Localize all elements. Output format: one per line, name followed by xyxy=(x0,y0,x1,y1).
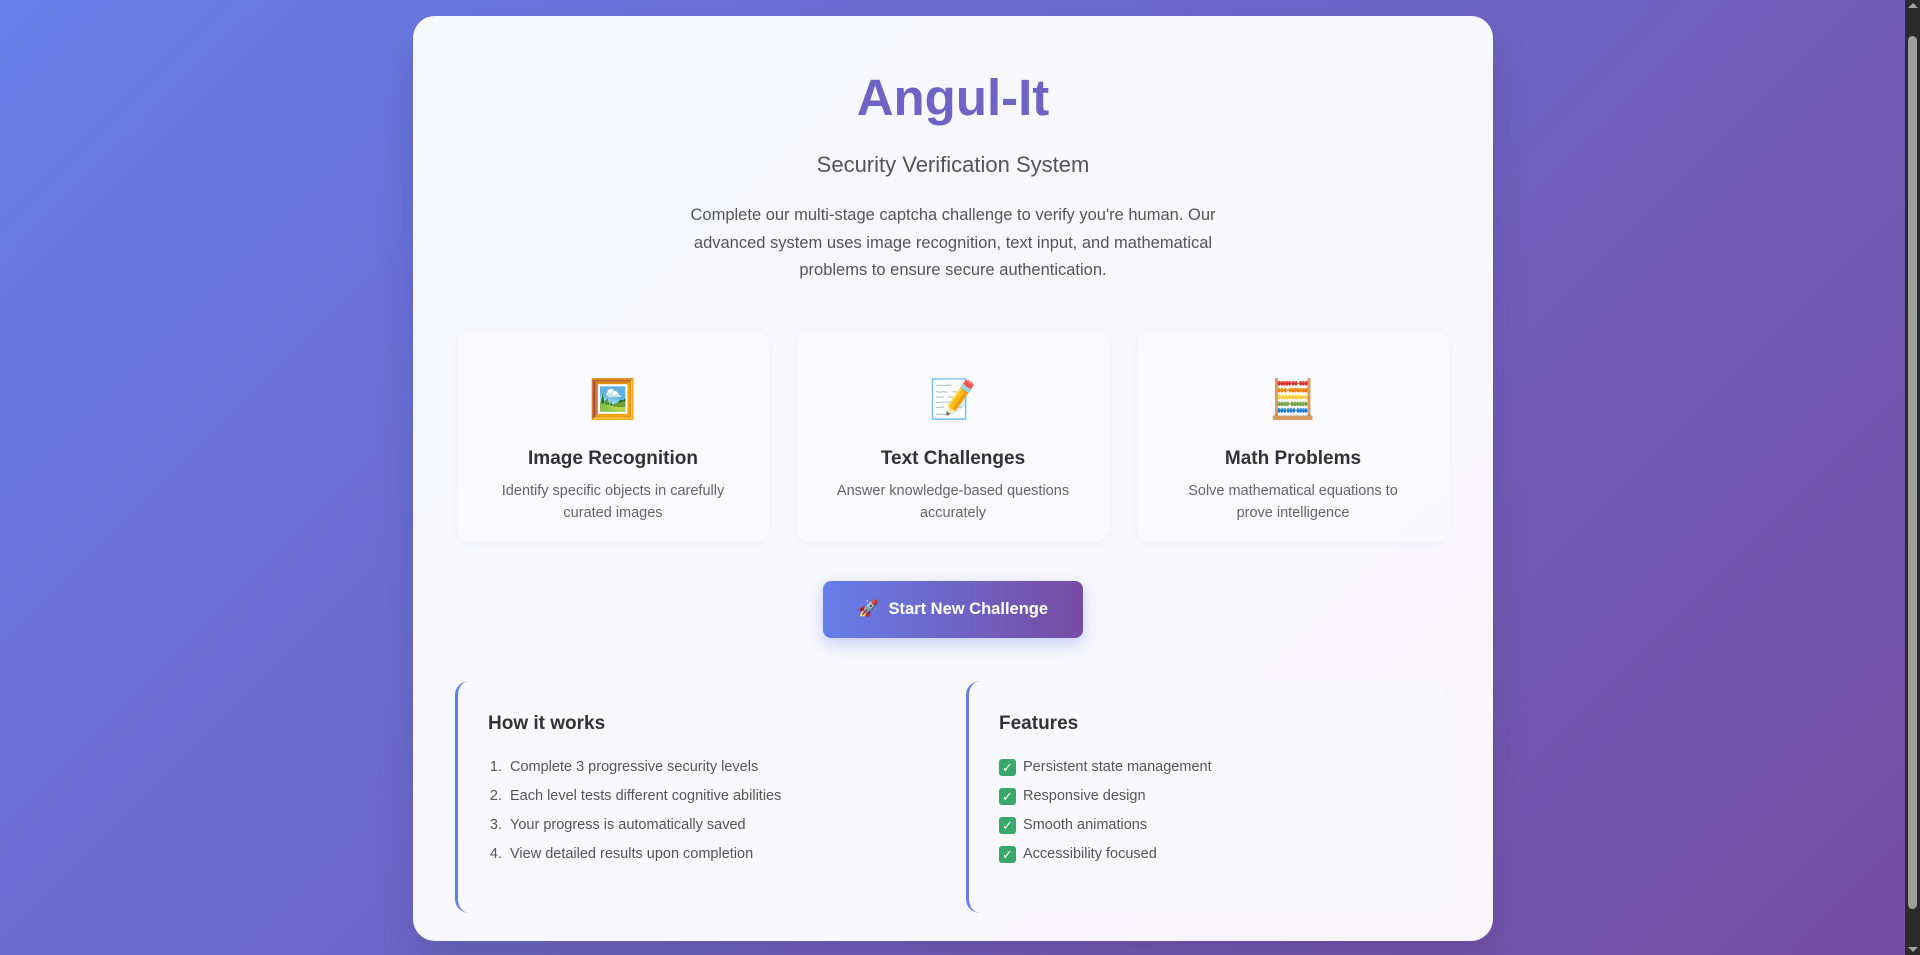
check-icon: ✓ xyxy=(999,788,1016,805)
features-list: ✓ Persistent state management ✓ Responsive… xyxy=(999,753,1212,869)
page-subtitle: Security Verification System xyxy=(816,152,1090,177)
memo-icon: 📝 xyxy=(929,379,977,421)
list-item: 4. View detailed results upon completion xyxy=(489,846,754,862)
scroll-down-arrow-icon[interactable] xyxy=(1908,947,1918,952)
feature-card-text-challenges: 📝 Text Challenges Answer knowledge-based… xyxy=(797,330,1109,542)
list-item: ✓ Responsive design xyxy=(999,782,1212,811)
scrollbar-thumb[interactable] xyxy=(1908,36,1917,909)
intro-text: Complete our multi-stage captcha challen… xyxy=(690,206,1216,279)
scroll-up-arrow-icon[interactable] xyxy=(1908,3,1918,8)
feature-title: Text Challenges xyxy=(880,448,1026,469)
feature-description: Identify specific objects in carefully c… xyxy=(501,483,725,521)
check-icon: ✓ xyxy=(999,817,1016,834)
features-panel: Features ✓ Persistent state management ✓ R… xyxy=(966,681,1446,913)
start-button-label: Start New Challenge xyxy=(888,600,1049,618)
list-item: 3. Your progress is automatically saved xyxy=(489,817,746,833)
list-item: ✓ Persistent state management xyxy=(999,753,1212,782)
feature-title: Math Problems xyxy=(1224,448,1362,469)
list-item: ✓ Accessibility focused xyxy=(999,840,1212,869)
page-title: Angul-It xyxy=(856,69,1050,126)
start-new-challenge-button[interactable]: 🚀 Start New Challenge xyxy=(823,581,1083,638)
abacus-icon: 🧮 xyxy=(1269,379,1317,421)
feature-description: Solve mathematical equations to prove in… xyxy=(1188,483,1398,521)
check-icon: ✓ xyxy=(999,846,1016,863)
feature-card-image-recognition: 🖼️ Image Recognition Identify specific o… xyxy=(457,330,769,542)
feature-description: Answer knowledge-based questions accurat… xyxy=(836,483,1070,521)
feature-card-math-problems: 🧮 Math Problems Solve mathematical equat… xyxy=(1137,330,1449,542)
how-it-works-list: 1. Complete 3 progressive security levels… xyxy=(488,753,781,869)
list-item: 2. Each level tests different cognitive a… xyxy=(489,788,782,804)
main-card: Angul-It Security Verification System Co… xyxy=(413,16,1493,941)
how-it-works-panel: How it works 1. Complete 3 progressive se… xyxy=(455,681,935,913)
framed-picture-icon: 🖼️ xyxy=(589,379,637,421)
rocket-icon: 🚀 xyxy=(857,600,879,618)
feature-title: Image Recognition xyxy=(528,448,698,469)
features-title: Features xyxy=(999,713,1079,734)
check-icon: ✓ xyxy=(999,759,1016,776)
list-item: ✓ Smooth animations xyxy=(999,811,1212,840)
list-item: 1. Complete 3 progressive security levels xyxy=(489,759,759,775)
how-it-works-title: How it works xyxy=(488,713,606,734)
vertical-scrollbar[interactable] xyxy=(1905,0,1920,955)
